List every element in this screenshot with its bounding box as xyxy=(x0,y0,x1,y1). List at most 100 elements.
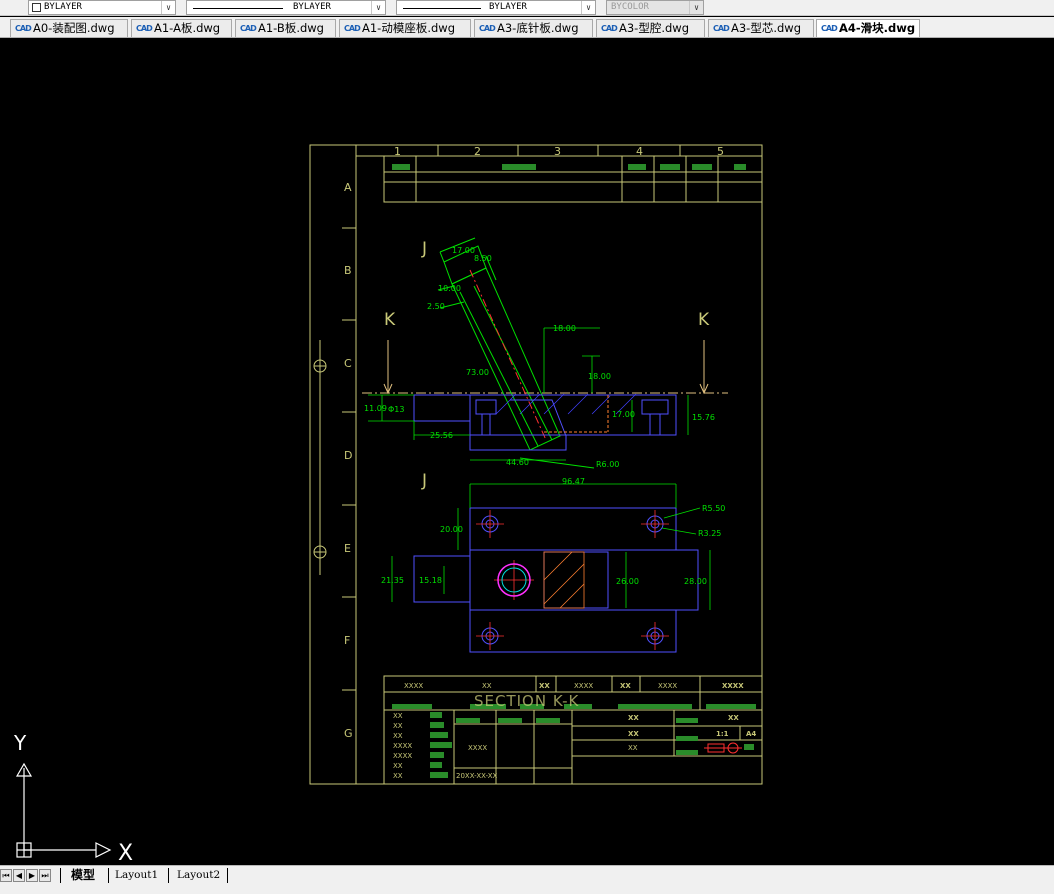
view-label-k: K xyxy=(384,310,396,330)
dim-text: 17.00 xyxy=(612,410,635,419)
tb-cell: XX xyxy=(393,762,403,770)
grid-row-label: A xyxy=(344,181,352,194)
dim-text: 21.35 xyxy=(381,576,404,585)
dim-text: 15.18 xyxy=(419,576,442,585)
ucs-y-label: Y xyxy=(13,731,27,755)
tb-cell: XXXX xyxy=(574,682,593,690)
view-label-k: K xyxy=(698,310,710,330)
file-tab[interactable]: CAD A3-型腔.dwg xyxy=(596,19,705,37)
file-tab-bar: CAD A0-装配图.dwg CAD A1-A板.dwg CAD A1-B板.dwg … xyxy=(0,17,1054,38)
file-tab[interactable]: CAD A1-动模座板.dwg xyxy=(339,19,471,37)
tb-cell: XXXX xyxy=(468,744,487,752)
dim-text: 17.00 xyxy=(452,246,475,255)
last-layout-icon[interactable]: ⏭ xyxy=(39,869,51,882)
slide-section-outline xyxy=(413,394,677,451)
chevron-down-icon: ∨ xyxy=(371,1,385,14)
file-tab-active[interactable]: CAD A4-滑块.dwg xyxy=(816,19,920,37)
dim-text: 10.00 xyxy=(438,284,461,293)
dwg-file-icon: CAD xyxy=(15,24,32,33)
upper-dimension-text: 17.00 8.50 10.00 2.50 73.00 18.00 18.00 … xyxy=(364,246,715,469)
projection-symbol-icon xyxy=(704,742,742,754)
properties-toolbar: BYLAYER ∨ BYLAYER ∨ BYLAYER ∨ BYCOLOR ∨ xyxy=(0,0,1054,16)
dim-text: 26.00 xyxy=(616,577,639,586)
grid-labels: 1 2 3 4 5 A B C D E F G xyxy=(344,145,724,740)
chevron-down-icon: ∨ xyxy=(581,1,595,14)
file-tab-label: A3-型腔.dwg xyxy=(619,21,689,35)
dwg-file-icon: CAD xyxy=(344,24,361,33)
file-tab[interactable]: CAD A3-底针板.dwg xyxy=(474,19,593,37)
dim-text: R6.00 xyxy=(596,460,619,469)
tb-cell: XX xyxy=(628,730,639,738)
plan-hatch xyxy=(543,551,585,609)
ucs-x-label: X xyxy=(118,841,133,865)
tb-cell: XXXX xyxy=(393,742,412,750)
color-swatch-icon xyxy=(32,3,41,12)
tb-cell: XXXX xyxy=(658,682,677,690)
color-dropdown[interactable]: BYLAYER ∨ xyxy=(28,0,176,15)
color-value: BYLAYER xyxy=(44,2,82,12)
plan-dimension-lines xyxy=(391,483,711,610)
file-tab[interactable]: CAD A3-型芯.dwg xyxy=(708,19,814,37)
tb-cell: XX xyxy=(482,682,492,690)
angled-pin-outline xyxy=(437,237,595,469)
lineweight-sample-icon xyxy=(403,8,481,9)
lineweight-dropdown[interactable]: BYLAYER ∨ xyxy=(396,0,596,15)
chevron-down-icon: ∨ xyxy=(161,1,175,14)
section-arrows xyxy=(362,340,728,395)
grid-col-label: 4 xyxy=(636,145,643,158)
dim-text: 15.76 xyxy=(692,413,715,422)
dim-text: 20.00 xyxy=(440,525,463,534)
lineweight-value: BYLAYER xyxy=(489,2,527,12)
file-tab-label: A1-A板.dwg xyxy=(154,21,221,35)
tb-ratio: 1:1 xyxy=(716,730,729,738)
grid-col-label: 3 xyxy=(554,145,561,158)
grid-row-label: D xyxy=(344,449,352,462)
next-layout-icon[interactable]: ▶ xyxy=(26,869,38,882)
view-label-j: J xyxy=(421,471,427,491)
grid-col-label: 5 xyxy=(717,145,724,158)
tb-cell: XXXX xyxy=(393,752,412,760)
tab-layout1[interactable]: Layout1 xyxy=(108,868,166,883)
prev-layout-icon[interactable]: ◀ xyxy=(13,869,25,882)
tb-cell: XX xyxy=(393,732,403,740)
dwg-file-icon: CAD xyxy=(821,24,838,33)
chevron-down-icon: ∨ xyxy=(689,1,703,14)
tb-cell: XX xyxy=(628,714,639,722)
tab-layout2[interactable]: Layout2 xyxy=(168,868,228,883)
drawing-canvas[interactable]: 1 2 3 4 5 A B C D E F G J K K J 17.00 8.… xyxy=(0,39,1054,866)
header-fills xyxy=(392,164,746,170)
title-block-fills xyxy=(392,704,756,778)
tb-scale: A4 xyxy=(746,730,756,738)
dim-text: 2.50 xyxy=(427,302,445,311)
linetype-dropdown[interactable]: BYLAYER ∨ xyxy=(186,0,386,15)
tab-model[interactable]: 模型 xyxy=(60,868,104,883)
view-labels: J K K J xyxy=(384,239,710,491)
plotstyle-dropdown[interactable]: BYCOLOR ∨ xyxy=(606,0,704,15)
dwg-file-icon: CAD xyxy=(136,24,153,33)
tb-cell: XX xyxy=(628,744,638,752)
dim-text: 28.00 xyxy=(684,577,707,586)
section-label: SECTION K-K xyxy=(474,692,580,710)
dim-text: 8.50 xyxy=(474,254,492,263)
linetype-value: BYLAYER xyxy=(293,2,331,12)
file-tab-label: A0-装配图.dwg xyxy=(33,21,115,35)
dwg-file-icon: CAD xyxy=(479,24,496,33)
tb-cell: XX xyxy=(393,722,403,730)
tb-cell: XXXX xyxy=(404,682,423,690)
dim-text: 25.56 xyxy=(430,431,453,440)
grid-col-label: 1 xyxy=(394,145,401,158)
grid-row-label: G xyxy=(344,727,353,740)
grid-row-label: F xyxy=(344,634,350,647)
dim-text: Φ13 xyxy=(388,405,404,414)
file-tab[interactable]: CAD A1-B板.dwg xyxy=(235,19,336,37)
file-tab[interactable]: CAD A1-A板.dwg xyxy=(131,19,232,37)
first-layout-icon[interactable]: ⏮ xyxy=(0,869,12,882)
dim-text: R3.25 xyxy=(698,529,721,538)
tb-date: 20XX-XX-XX xyxy=(456,772,498,780)
file-tab-label: A3-底针板.dwg xyxy=(497,21,579,35)
file-tab[interactable]: CAD A0-装配图.dwg xyxy=(10,19,128,37)
dim-text: 96.47 xyxy=(562,477,585,486)
upper-dimension-lines xyxy=(368,327,689,461)
hidden-lines xyxy=(544,395,609,433)
dwg-file-icon: CAD xyxy=(601,24,618,33)
